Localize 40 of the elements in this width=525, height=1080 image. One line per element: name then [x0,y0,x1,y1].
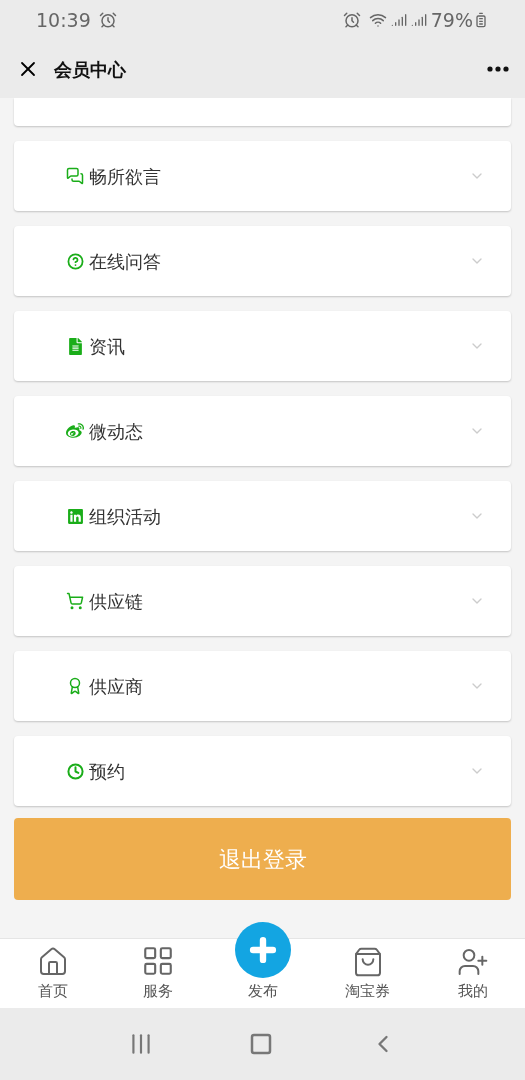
more-button[interactable] [487,66,509,72]
signal-icon [390,12,407,28]
menu-label: 供应链 [89,589,143,614]
signal-icon [410,12,427,28]
nav-tab[interactable]: 服务 [105,916,210,1008]
menu-label: 畅所欲言 [89,164,161,189]
menu-card[interactable]: 预约 [14,736,511,806]
menu-card[interactable]: 在线问答 [14,226,511,296]
chat-bubbles-icon [66,167,84,185]
weibo-icon [66,422,84,440]
menu-label: 预约 [89,759,125,784]
linkedin-icon [66,507,84,525]
cart-icon [66,592,84,610]
menu-label: 供应商 [89,674,143,699]
menu-card[interactable]: 资讯 [14,311,511,381]
help-icon [66,252,84,270]
wifi-icon [368,11,387,29]
home-button-icon[interactable] [249,1032,274,1056]
alarm-icon [342,11,361,29]
menu-label: 资讯 [89,334,125,359]
battery-percent: 79% [430,7,473,33]
nav-tab[interactable]: 淘宝券 [315,916,420,1008]
menu-card[interactable]: 畅所欲言 [14,141,511,211]
menu-label: 微动态 [89,419,143,444]
document-icon [66,337,84,355]
menu-card[interactable]: 组织活动 [14,481,511,551]
nav-tab[interactable]: 我的 [420,916,525,1008]
status-time: 10:39 [36,7,91,33]
alarm-icon [98,11,117,29]
nav-tab[interactable]: 发布 [210,916,315,1008]
menu-card[interactable]: 供应链 [14,566,511,636]
menu-label: 在线问答 [89,249,161,274]
nav-tab[interactable]: 首页 [0,916,105,1008]
clock-icon [66,762,84,780]
page-title: 会员中心 [54,57,126,82]
menu-card[interactable]: 供应商 [14,651,511,721]
battery-icon [473,12,489,28]
menu-card[interactable]: 微动态 [14,396,511,466]
more-icon [487,66,509,72]
menu-label: 组织活动 [89,504,161,529]
